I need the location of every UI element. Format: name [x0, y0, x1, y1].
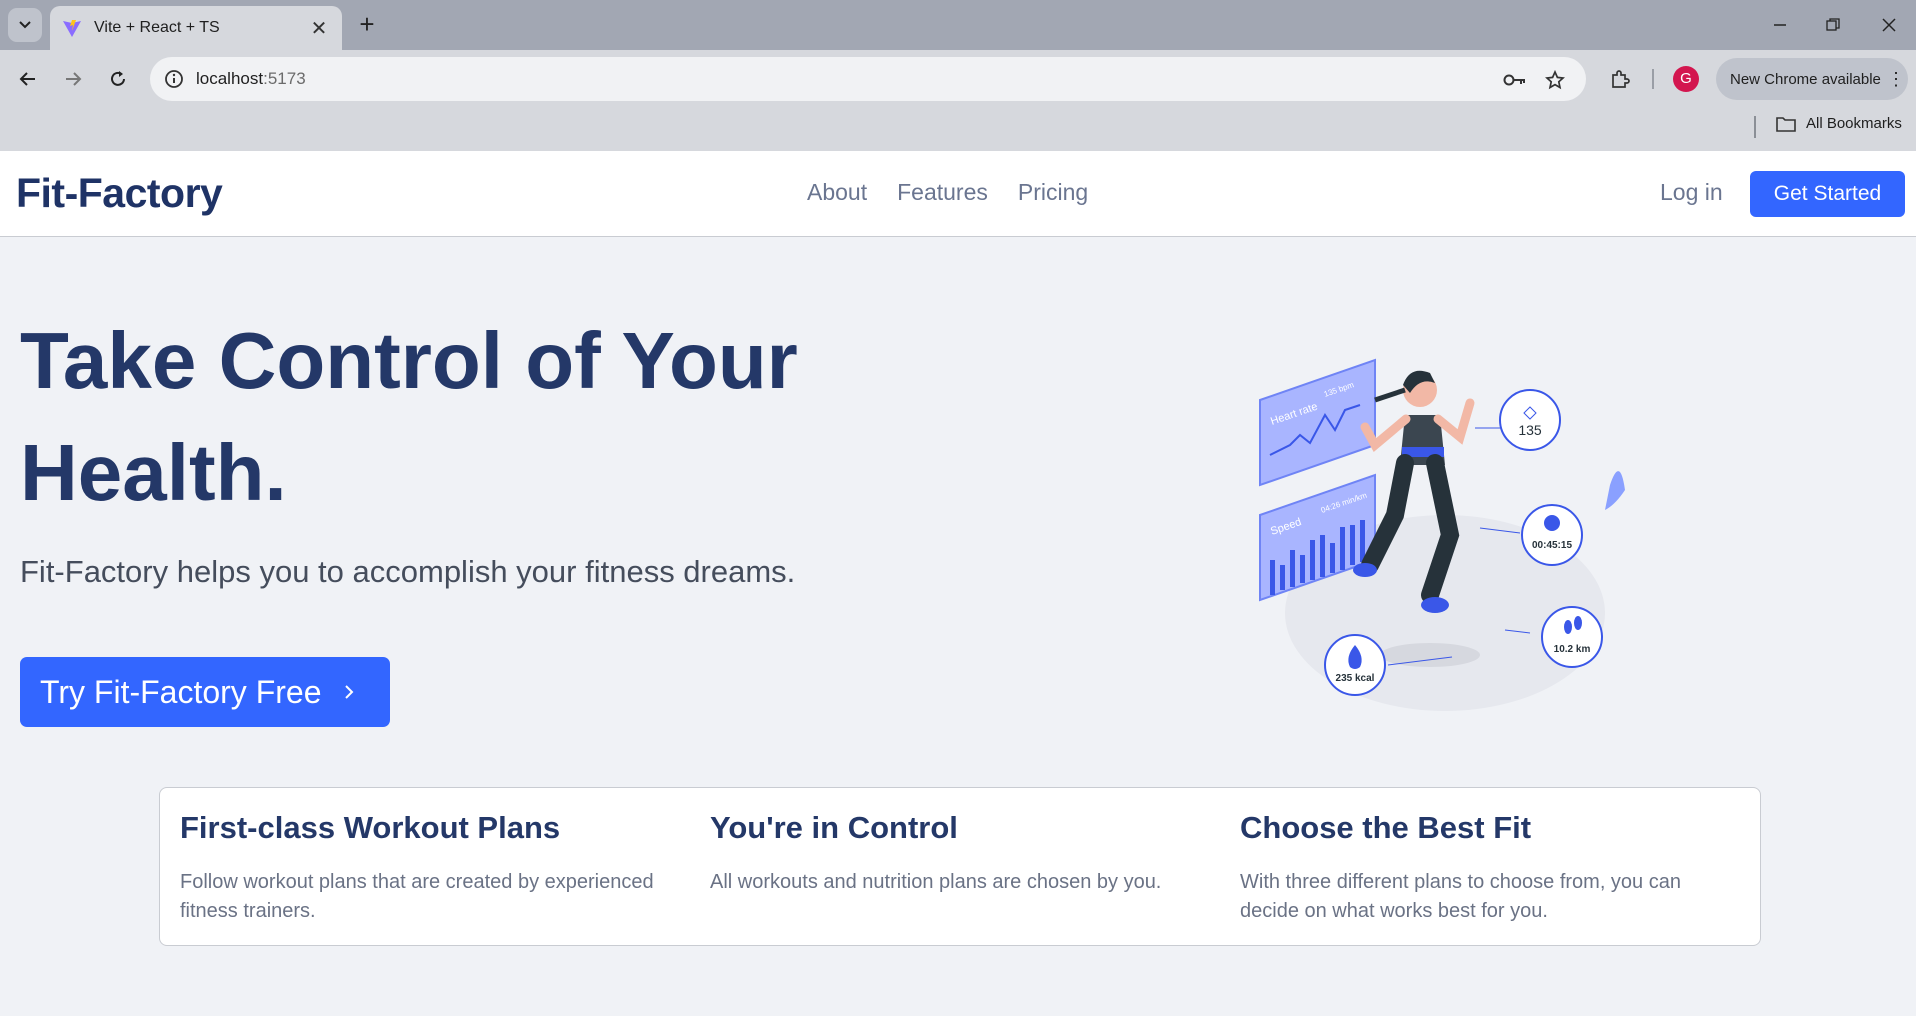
tab-title: Vite + React + TS — [94, 19, 220, 36]
minimize-icon[interactable] — [1755, 8, 1805, 42]
features-card: First-class Workout Plans Follow workout… — [159, 787, 1761, 946]
url-port: :5173 — [263, 69, 306, 88]
heart-rate-panel: Heart rate 135 bpm — [1259, 358, 1376, 487]
bpm-value: 135 — [1518, 422, 1542, 438]
chevron-right-icon — [345, 685, 354, 699]
browser-tab[interactable]: Vite + React + TS ✕ — [50, 6, 342, 50]
url-host: localhost — [196, 69, 264, 88]
all-bookmarks-label: All Bookmarks — [1806, 115, 1902, 132]
nav-link-features[interactable]: Features — [897, 179, 988, 206]
feature-item: First-class Workout Plans Follow workout… — [180, 810, 680, 926]
feature-text: With three different plans to choose fro… — [1240, 871, 1681, 922]
feature-item: You're in Control All workouts and nutri… — [710, 810, 1210, 897]
feature-title: First-class Workout Plans — [180, 810, 561, 845]
browser-tabstrip: Vite + React + TS ✕ + — [0, 0, 1916, 50]
close-icon[interactable]: ✕ — [308, 16, 330, 41]
reload-icon[interactable] — [102, 63, 134, 95]
distance-value: 10.2 km — [1554, 644, 1591, 655]
close-window-icon[interactable] — [1864, 8, 1914, 42]
address-bar[interactable]: localhost:5173 — [150, 57, 1586, 101]
login-link[interactable]: Log in — [1660, 179, 1723, 206]
time-value: 00:45:15 — [1532, 540, 1572, 551]
nav-link-pricing[interactable]: Pricing — [1018, 179, 1088, 206]
bookmarks-divider — [1754, 116, 1756, 138]
forward-arrow-icon[interactable] — [57, 63, 89, 95]
tab-search-button[interactable] — [8, 8, 42, 42]
chrome-update-button[interactable]: New Chrome available ⋮ — [1716, 58, 1908, 100]
hero-subtitle: Fit-Factory helps you to accomplish your… — [20, 554, 796, 589]
runner-shadow — [1380, 643, 1480, 667]
folder-icon — [1776, 116, 1796, 132]
nav-links: About Features Pricing — [807, 179, 1088, 206]
browser-toolbar: localhost:5173 G New Chrome available ⋮ — [0, 50, 1916, 108]
more-vert-icon[interactable]: ⋮ — [1884, 69, 1908, 90]
plus-icon[interactable]: + — [352, 10, 382, 40]
url-text[interactable]: localhost:5173 — [196, 69, 306, 89]
all-bookmarks-button[interactable]: All Bookmarks — [1776, 115, 1902, 132]
try-free-button[interactable]: Try Fit-Factory Free — [20, 657, 390, 727]
try-free-label: Try Fit-Factory Free — [40, 673, 322, 710]
back-arrow-icon[interactable] — [12, 63, 44, 95]
bpm-badge: 135 — [1475, 389, 1561, 451]
plant-leaf — [1605, 471, 1625, 510]
site-navbar: Fit-Factory About Features Pricing Log i… — [0, 151, 1916, 237]
password-key-icon[interactable] — [1502, 67, 1528, 93]
bookmarks-bar: All Bookmarks — [0, 108, 1916, 151]
feature-title: You're in Control — [710, 810, 958, 845]
avatar[interactable]: G — [1673, 66, 1699, 92]
hero-title: Take Control of Your Health. — [20, 316, 798, 517]
toolbar-divider — [1652, 69, 1654, 89]
vite-favicon — [63, 20, 81, 37]
runner-illustration: Heart rate 135 bpm Speed 04:26 min/km 13… — [1259, 358, 1625, 711]
nav-link-about[interactable]: About — [807, 179, 867, 206]
feature-text: Follow workout plans that are created by… — [180, 871, 654, 922]
site-info-icon[interactable] — [162, 67, 186, 91]
feature-item: Choose the Best Fit With three different… — [1240, 810, 1740, 926]
get-started-button[interactable]: Get Started — [1750, 171, 1905, 217]
tab-search-icon — [19, 21, 31, 29]
star-icon[interactable] — [1542, 67, 1568, 93]
feature-title: Choose the Best Fit — [1240, 810, 1532, 845]
update-label: New Chrome available — [1730, 70, 1881, 88]
restore-icon[interactable] — [1808, 8, 1858, 42]
feature-text: All workouts and nutrition plans are cho… — [710, 871, 1162, 893]
brand-logo[interactable]: Fit-Factory — [16, 170, 223, 217]
extensions-icon[interactable] — [1604, 63, 1636, 95]
calories-value: 235 kcal — [1336, 673, 1375, 684]
